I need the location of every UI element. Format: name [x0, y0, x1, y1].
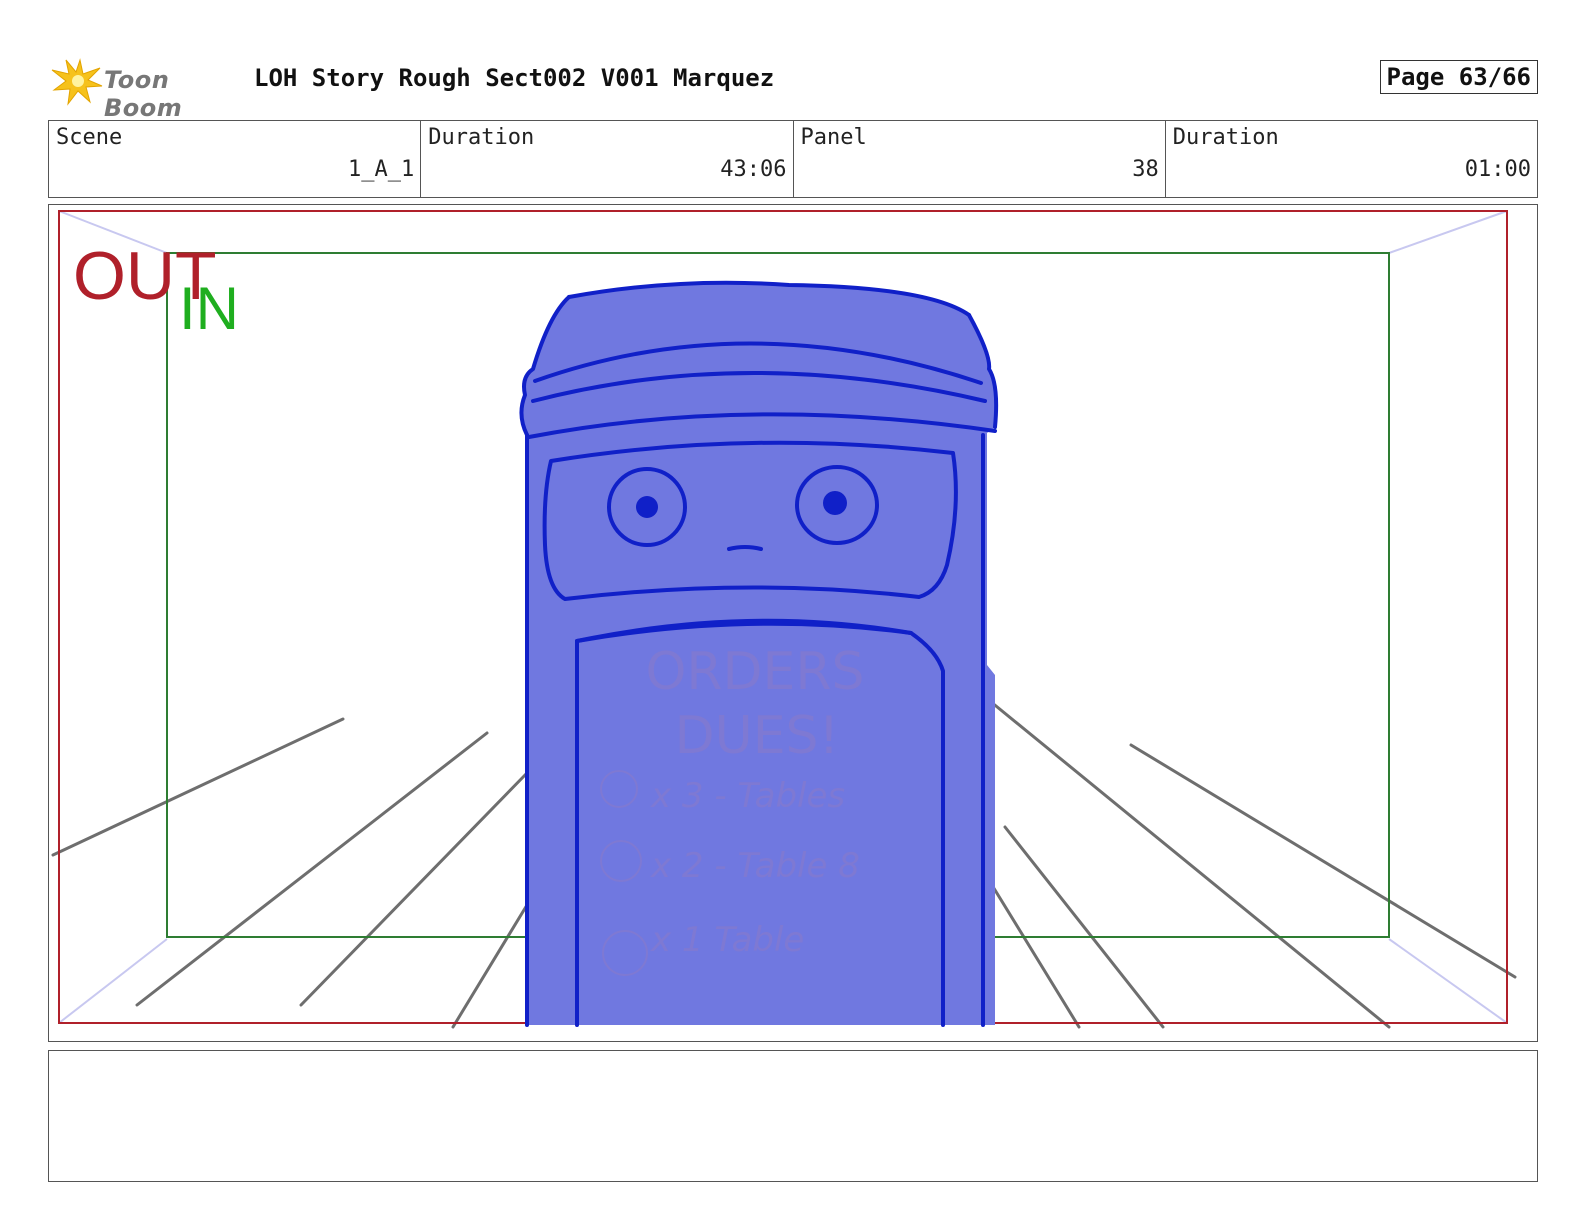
page-header: Toon Boom LOH Story Rough Sect002 V001 M… — [48, 54, 1538, 122]
scene-duration-value: 43:06 — [720, 157, 787, 182]
sign-line-1: ORDERS — [645, 642, 864, 702]
document-title: LOH Story Rough Sect002 V001 Marquez — [254, 64, 775, 92]
scene-label: Scene — [56, 125, 123, 150]
sign-line-2: DUES! — [675, 706, 840, 766]
panel-label: Panel — [800, 125, 867, 150]
scene-info-table: Scene 1_A_1 Duration 43:06 Panel 38 Dura… — [48, 120, 1538, 198]
sign-line-3: x 3 - Tables — [650, 776, 845, 816]
panel-duration-value: 01:00 — [1464, 157, 1531, 182]
starburst-icon — [51, 58, 103, 106]
scene-value: 1_A_1 — [348, 157, 415, 182]
sign-line-4: x 2 - Table 8 — [650, 846, 860, 886]
panel-value: 38 — [1132, 157, 1159, 182]
scene-cell: Scene 1_A_1 — [49, 121, 422, 197]
notes-area — [48, 1050, 1538, 1182]
sign-line-5: x 1 Table — [650, 920, 804, 960]
logo-text: Toon Boom — [104, 66, 183, 122]
panel-drawing: ORDERS DUES! x 3 - Tables x 2 - Table 8 … — [51, 210, 1517, 1029]
scene-duration-label: Duration — [428, 125, 535, 150]
panel-duration-cell: Duration 01:00 — [1166, 121, 1537, 197]
page-number: Page 63/66 — [1379, 60, 1538, 94]
toon-boom-logo: Toon Boom — [48, 54, 248, 122]
storyboard-panel: ORDERS DUES! x 3 - Tables x 2 - Table 8 … — [48, 204, 1538, 1042]
in-label: IN — [179, 275, 239, 342]
scene-duration-cell: Duration 43:06 — [421, 121, 794, 197]
panel-cell: Panel 38 — [794, 121, 1166, 197]
panel-duration-label: Duration — [1172, 125, 1279, 150]
